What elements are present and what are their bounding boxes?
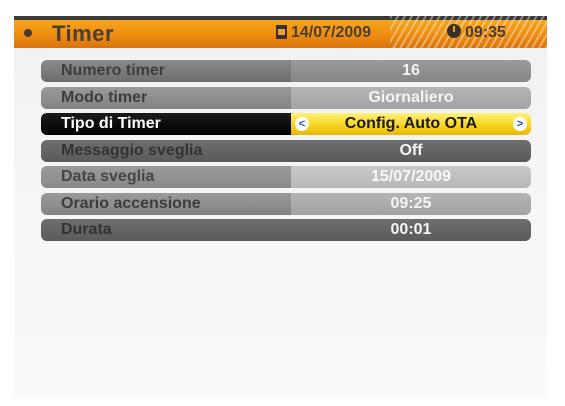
row-value: Off [291,139,531,162]
row-value-selector[interactable]: < Config. Auto OTA > [291,113,531,135]
row-value: 00:01 [291,219,531,241]
row-label: Durata [41,219,291,241]
row-messaggio-sveglia[interactable]: Messaggio sveglia Off [41,139,531,162]
row-numero-timer[interactable]: Numero timer 16 [41,60,531,82]
row-label: Numero timer [41,60,291,82]
row-label: Data sveglia [41,166,291,188]
row-tipo-di-timer[interactable]: Tipo di Timer < Config. Auto OTA > [41,113,531,135]
row-durata[interactable]: Durata 00:01 [41,219,531,241]
clock-icon [447,24,461,38]
header-date: 14/07/2009 [291,24,372,41]
calendar-icon [276,25,287,39]
row-value: Config. Auto OTA [344,115,478,132]
row-value: 09:25 [291,192,531,215]
row-label: Messaggio sveglia [41,139,291,162]
row-modo-timer[interactable]: Modo timer Giornaliero [41,86,531,109]
row-value: 15/07/2009 [291,166,531,188]
row-orario-accensione[interactable]: Orario accensione 09:25 [41,192,531,215]
row-label: Orario accensione [41,192,291,215]
bullet-icon [24,29,32,37]
header-bar: Timer 14/07/2009 09:35 [14,16,550,48]
row-value: Giornaliero [291,86,531,109]
settings-list: Numero timer 16 Modo timer Giornaliero T… [41,60,531,246]
timer-screen: Timer 14/07/2009 09:35 Numero timer 16 M… [0,0,565,406]
row-value: 16 [291,60,531,82]
header-time: 09:35 [465,24,506,41]
settings-panel: Numero timer 16 Modo timer Giornaliero T… [14,48,547,398]
chevron-left-icon[interactable]: < [295,117,309,131]
row-data-sveglia[interactable]: Data sveglia 15/07/2009 [41,166,531,188]
row-label: Tipo di Timer [41,113,291,135]
chevron-right-icon[interactable]: > [513,117,527,131]
row-label: Modo timer [41,86,291,109]
page-title: Timer [52,21,115,46]
